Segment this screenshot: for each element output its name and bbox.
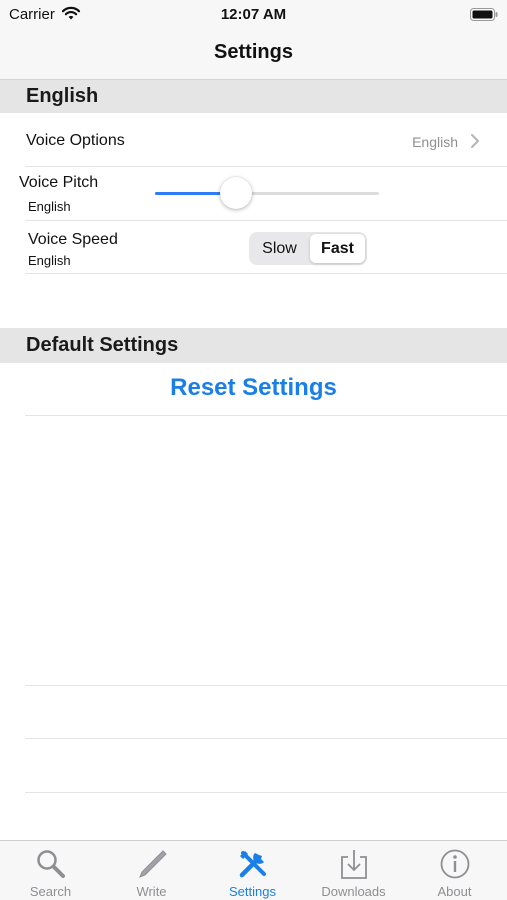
tab-settings-label: Settings <box>229 884 276 899</box>
tab-search[interactable]: Search <box>0 841 101 900</box>
voice-speed-label: Voice Speed <box>28 231 118 248</box>
info-icon <box>440 849 470 879</box>
download-icon <box>341 850 367 879</box>
voice-options-value: English <box>412 134 458 150</box>
voice-pitch-label: Voice Pitch <box>19 174 99 191</box>
search-icon <box>37 850 65 878</box>
tab-write[interactable]: Write <box>101 841 202 900</box>
navigation-bar: Settings <box>0 30 507 80</box>
voice-pitch-sublabel: English <box>28 199 71 214</box>
reset-settings-button[interactable]: Reset Settings <box>0 374 507 402</box>
divider <box>25 792 507 793</box>
tab-about-label: About <box>437 884 472 899</box>
voice-pitch-slider[interactable] <box>155 192 379 195</box>
voice-pitch-slider-thumb[interactable] <box>219 177 252 209</box>
section-header-default-settings: Default Settings <box>0 328 507 363</box>
tab-downloads-label: Downloads <box>321 884 386 899</box>
tools-icon <box>239 851 266 878</box>
tab-about[interactable]: About <box>404 841 505 900</box>
status-bar: Carrier 12:07 AM <box>0 0 507 30</box>
voice-options-label: Voice Options <box>26 132 125 149</box>
tab-settings[interactable]: Settings <box>202 841 303 900</box>
divider <box>25 415 507 416</box>
tab-downloads[interactable]: Downloads <box>303 841 404 900</box>
page-title: Settings <box>214 41 293 63</box>
section-header-english: English <box>0 80 507 113</box>
tab-search-label: Search <box>29 884 72 899</box>
divider <box>25 273 507 274</box>
voice-speed-sublabel: English <box>28 253 71 268</box>
tab-bar: Search Write Settings Downloads About <box>0 840 507 900</box>
divider <box>25 685 507 686</box>
chevron-right-icon[interactable] <box>470 133 480 149</box>
divider <box>25 738 507 739</box>
divider <box>25 166 507 167</box>
divider <box>25 220 507 221</box>
voice-speed-segmented-control[interactable]: Slow Fast <box>249 232 367 265</box>
battery-icon <box>470 8 498 21</box>
speed-option-slow[interactable]: Slow <box>251 234 308 263</box>
pencil-icon <box>139 850 167 878</box>
tab-write-label: Write <box>136 884 167 899</box>
clock: 12:07 AM <box>220 6 287 23</box>
speed-option-fast[interactable]: Fast <box>310 234 365 263</box>
